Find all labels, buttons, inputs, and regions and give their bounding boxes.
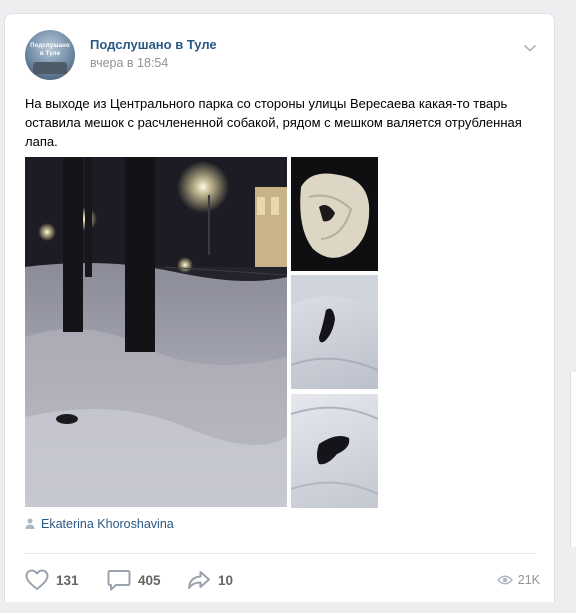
- comment-count: 405: [138, 572, 161, 588]
- adjacent-card-edge: [570, 372, 576, 547]
- like-button[interactable]: 131: [25, 569, 79, 591]
- post-menu-button[interactable]: [522, 40, 538, 56]
- night-park-illustration: [25, 157, 287, 507]
- group-name-link[interactable]: Подслушано в Туле: [90, 37, 217, 52]
- avatar-decor: [33, 62, 67, 74]
- night-park-photo[interactable]: [25, 157, 287, 507]
- bag-photo[interactable]: [291, 157, 378, 271]
- views-counter: 21K: [496, 569, 540, 591]
- divider: [25, 553, 536, 554]
- snow-illustration-1: [291, 275, 378, 371]
- eye-icon: [496, 575, 513, 585]
- share-arrow-icon: [188, 571, 210, 589]
- heart-icon: [25, 569, 49, 590]
- avatar-text-1: Подслушано: [30, 43, 70, 49]
- snow-illustration-2: [291, 406, 378, 495]
- post-time-link[interactable]: вчера в 18:54: [90, 56, 168, 70]
- comment-button[interactable]: 405: [107, 569, 161, 591]
- author-name: Ekaterina Khoroshavina: [41, 517, 174, 531]
- share-count: 10: [218, 572, 234, 588]
- post-text: На выходе из Центрального парка со сторо…: [25, 96, 522, 149]
- chevron-down-icon: [524, 45, 536, 52]
- bag-illustration: [291, 157, 378, 271]
- feed-gap: [0, 602, 576, 613]
- avatar-text-2: в Туле: [39, 51, 61, 57]
- snow-photo-1[interactable]: [291, 275, 378, 389]
- post-header: Подслушано в Туле Подслушано в Туле вчер…: [25, 30, 540, 82]
- person-icon: [25, 518, 35, 529]
- group-avatar[interactable]: Подслушано в Туле: [25, 30, 75, 80]
- comment-icon: [107, 570, 131, 591]
- post-actions: 131 405 10 21K: [25, 566, 540, 594]
- snow-photo-2[interactable]: [291, 394, 378, 508]
- share-button[interactable]: 10: [187, 569, 233, 591]
- post-card: Подслушано в Туле Подслушано в Туле вчер…: [4, 13, 555, 613]
- like-count: 131: [56, 572, 79, 588]
- author-link[interactable]: Ekaterina Khoroshavina: [25, 517, 174, 531]
- views-count: 21K: [517, 573, 540, 587]
